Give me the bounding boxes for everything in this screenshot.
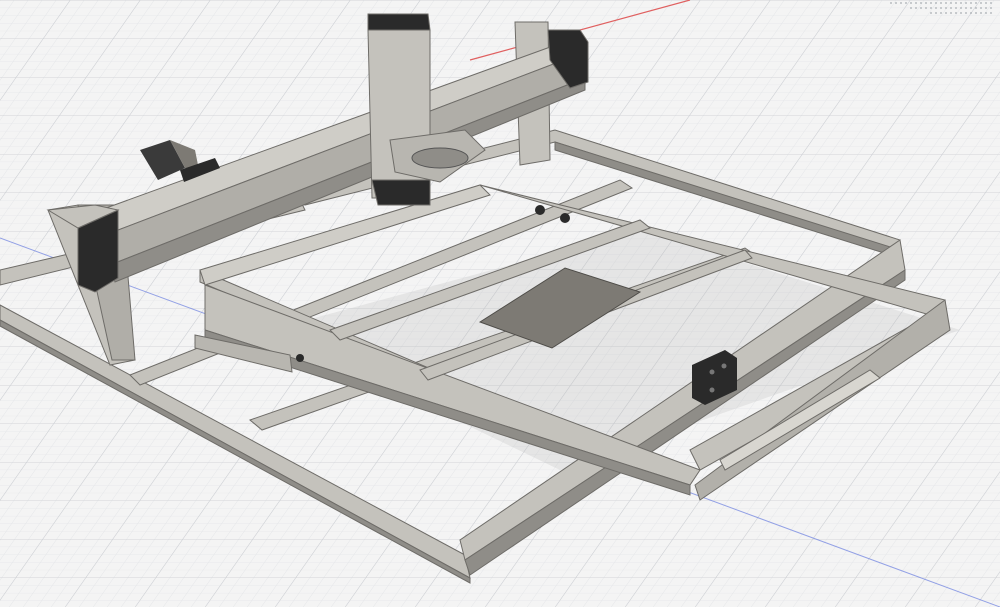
z-axis-top-cap xyxy=(367,13,431,31)
view-cube-dots-icon[interactable] xyxy=(885,0,1000,16)
z-axis-bottom-cap xyxy=(371,179,431,206)
3d-viewport[interactable] xyxy=(0,0,1000,607)
cad-model-scene[interactable] xyxy=(0,0,1000,607)
